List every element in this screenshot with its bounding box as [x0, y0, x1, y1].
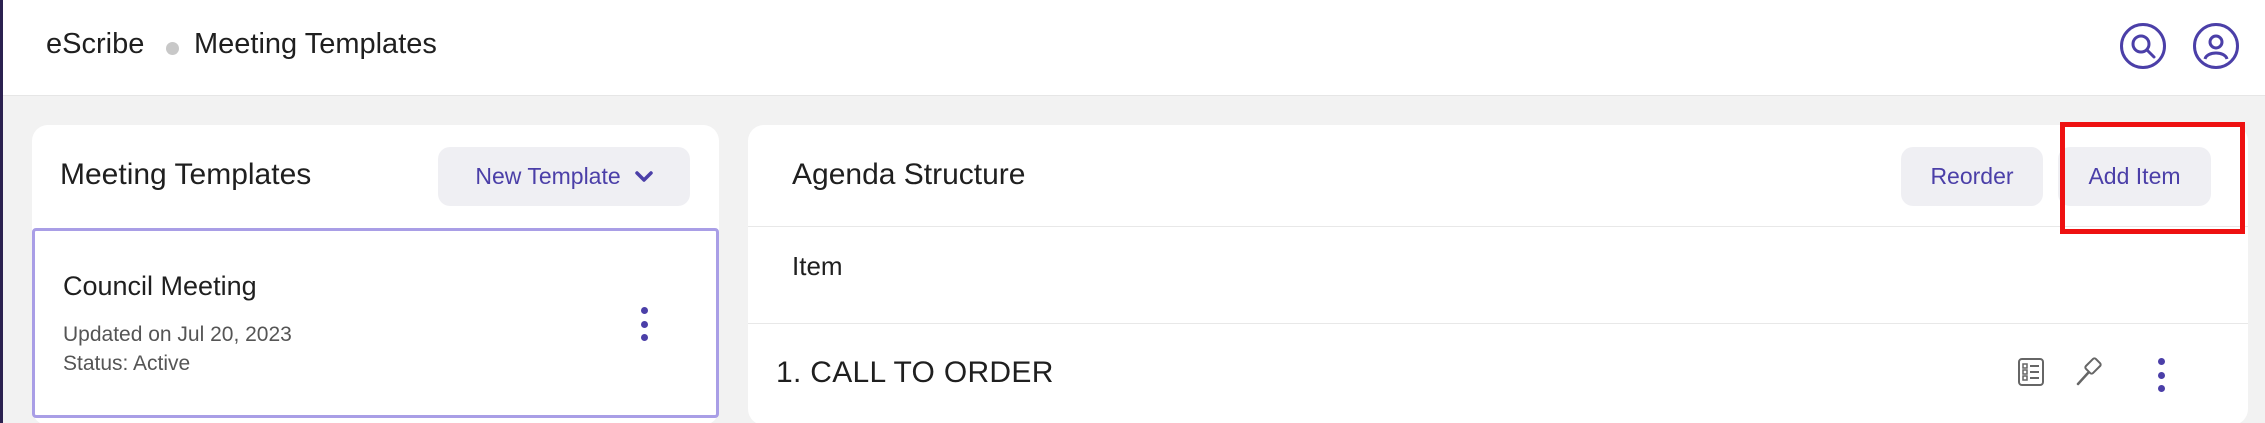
panel-title: Meeting Templates — [60, 158, 312, 191]
more-options-icon[interactable] — [631, 304, 657, 344]
add-item-label: Add Item — [2088, 163, 2181, 189]
user-profile-icon — [2203, 34, 2229, 60]
new-template-button[interactable]: New Template — [438, 147, 690, 206]
agenda-item-label: 1. CALL TO ORDER — [776, 356, 1054, 389]
chevron-down-icon — [634, 170, 653, 182]
breadcrumb-current-page: Meeting Templates — [194, 28, 437, 60]
agenda-item-row[interactable]: 1. CALL TO ORDER — [748, 324, 2248, 423]
column-header-item: Item — [792, 251, 843, 281]
add-item-button[interactable]: Add Item — [2058, 147, 2211, 206]
top-bar: eScribe Meeting Templates — [3, 0, 2265, 96]
search-button[interactable] — [2120, 23, 2166, 69]
reorder-button[interactable]: Reorder — [1901, 147, 2043, 206]
reorder-label: Reorder — [1930, 163, 2014, 189]
template-card[interactable]: Council Meeting Updated on Jul 20, 2023 … — [32, 228, 719, 418]
search-icon — [2131, 34, 2156, 59]
app-brand[interactable]: eScribe — [46, 28, 144, 61]
profile-button[interactable] — [2193, 23, 2239, 69]
divider — [748, 226, 2248, 227]
template-name: Council Meeting — [63, 271, 257, 301]
gavel-icon[interactable] — [2072, 354, 2108, 390]
new-template-label: New Template — [475, 163, 621, 189]
checklist-icon[interactable] — [2013, 354, 2049, 390]
more-options-icon[interactable] — [2148, 355, 2174, 395]
template-status: Status: Active — [63, 352, 191, 375]
agenda-structure-panel: Agenda Structure Reorder Add Item Item 1… — [748, 125, 2248, 423]
template-updated-date: Updated on Jul 20, 2023 — [63, 323, 292, 346]
meeting-templates-panel: Meeting Templates New Template Council M… — [32, 125, 719, 423]
breadcrumb-separator — [166, 42, 179, 55]
panel-title: Agenda Structure — [792, 158, 1026, 191]
